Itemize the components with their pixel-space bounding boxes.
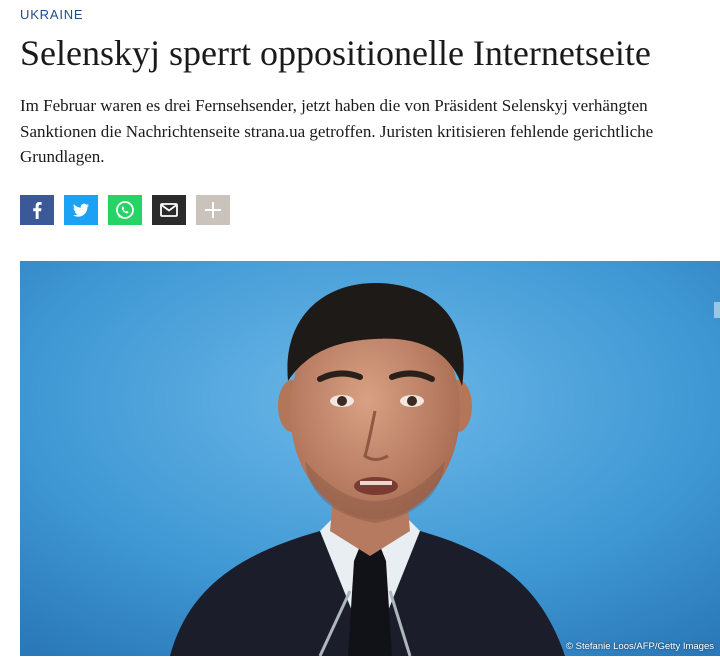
plus-icon bbox=[205, 202, 221, 218]
photo-credit: © Stefanie Loos/AFP/Getty Images bbox=[566, 641, 714, 652]
share-whatsapp-button[interactable] bbox=[108, 195, 142, 225]
share-more-button[interactable] bbox=[196, 195, 230, 225]
mail-icon bbox=[160, 203, 178, 217]
share-facebook-button[interactable] bbox=[20, 195, 54, 225]
article-teaser: Im Februar waren es drei Fernsehsender, … bbox=[20, 96, 654, 166]
article-headline: Selenskyj sperrt oppositionelle Internet… bbox=[20, 33, 651, 73]
facebook-icon bbox=[33, 202, 42, 219]
share-twitter-button[interactable] bbox=[64, 195, 98, 225]
scroll-indicator[interactable] bbox=[714, 302, 720, 318]
share-mail-button[interactable] bbox=[152, 195, 186, 225]
whatsapp-icon bbox=[116, 201, 134, 219]
article-kicker[interactable]: UKRAINE bbox=[20, 7, 83, 22]
portrait-image bbox=[20, 261, 720, 656]
article-photo[interactable]: © Stefanie Loos/AFP/Getty Images bbox=[20, 261, 720, 656]
share-bar bbox=[20, 195, 230, 225]
twitter-icon bbox=[73, 203, 89, 217]
